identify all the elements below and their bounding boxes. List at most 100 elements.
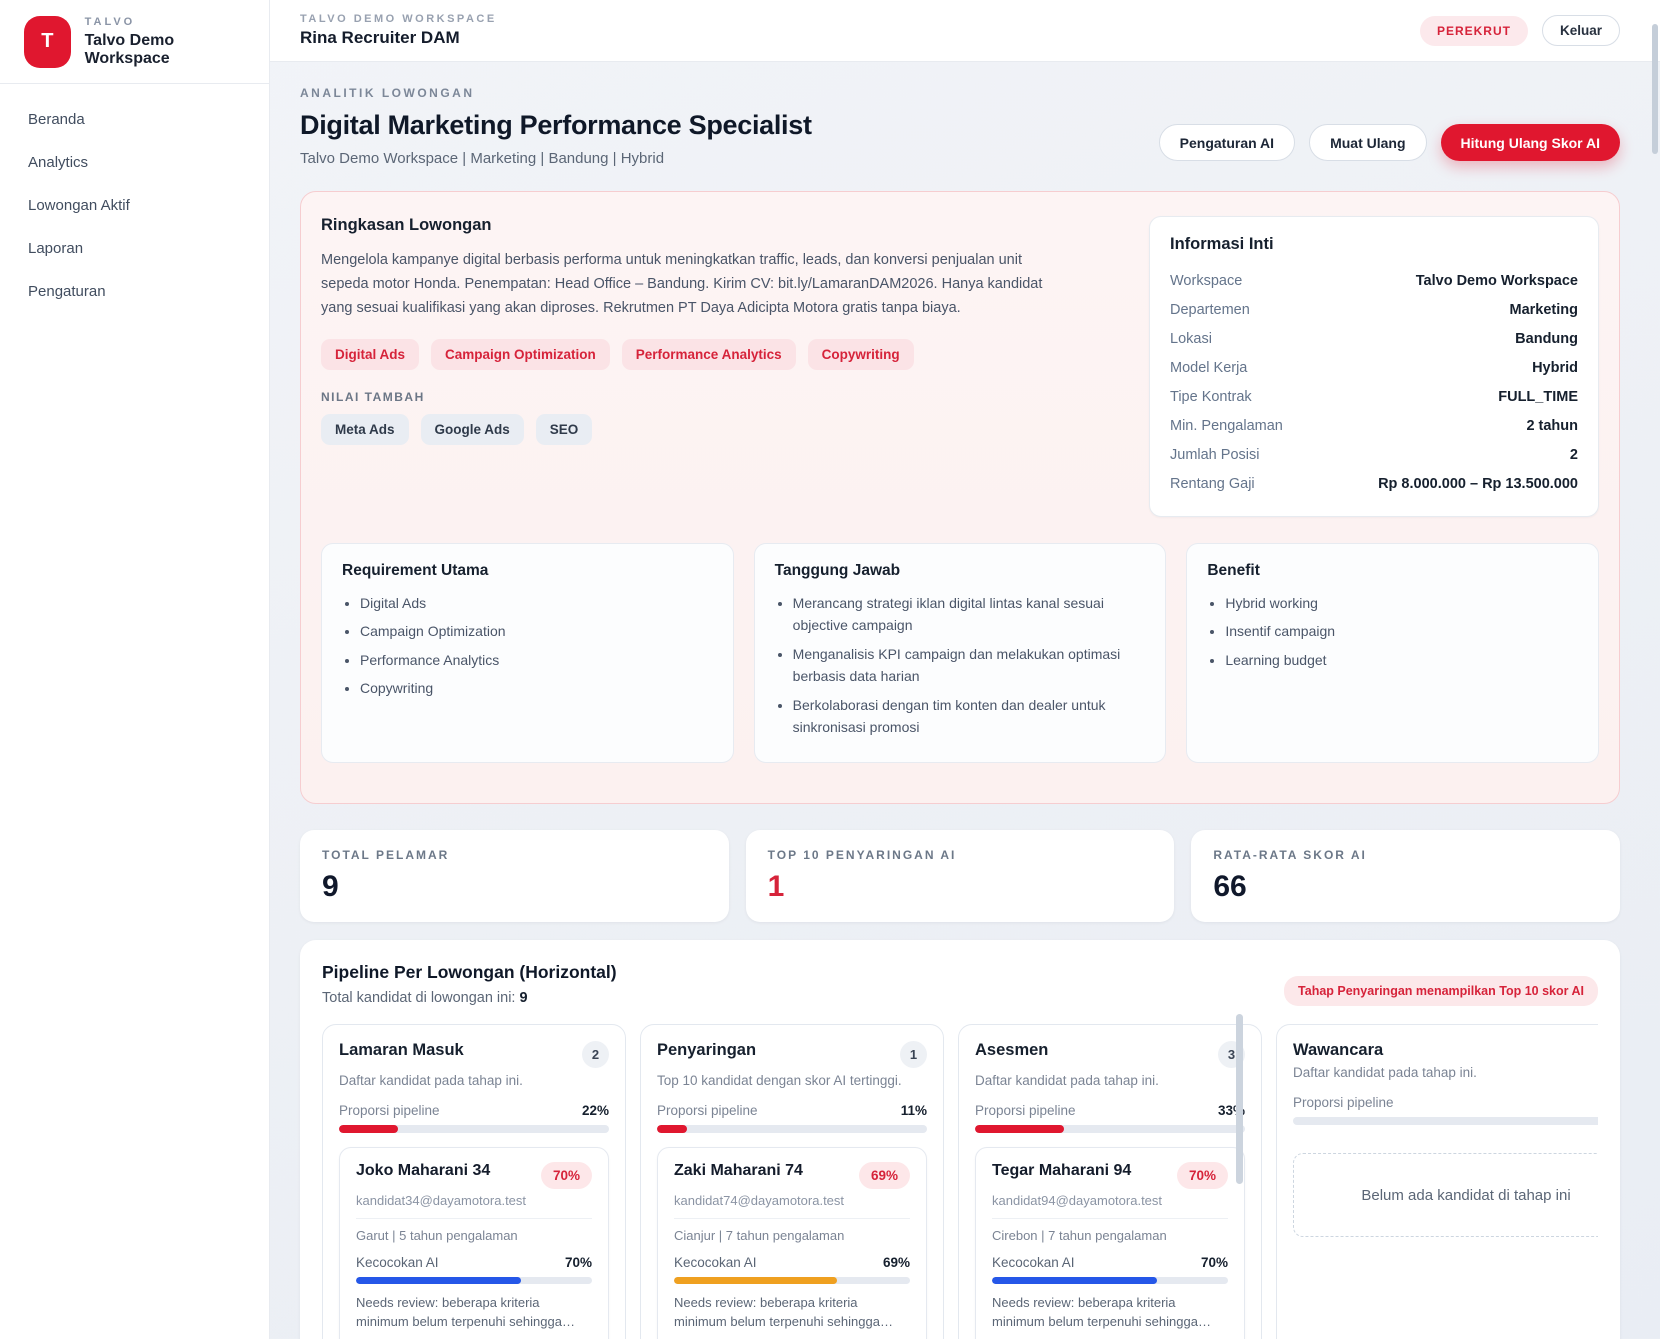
core-info-row: Departemen Marketing: [1170, 295, 1578, 324]
ai-match-track: [674, 1277, 910, 1284]
skill-tags: Digital Ads Campaign Optimization Perfor…: [321, 339, 1101, 370]
proportion-track: [1293, 1117, 1598, 1125]
responsibilities-card: Tanggung Jawab Merancang strategi iklan …: [754, 543, 1167, 763]
proportion-label: Proporsi pipeline: [1293, 1095, 1394, 1110]
candidate-name: Tegar Maharani 94: [992, 1162, 1131, 1180]
empty-stage-placeholder: Belum ada kandidat di tahap ini: [1293, 1153, 1598, 1237]
page-title: Digital Marketing Performance Specialist: [300, 110, 812, 141]
logout-button[interactable]: Keluar: [1542, 15, 1620, 46]
proportion-value: 11%: [901, 1103, 927, 1118]
pipeline-column: Wawancara Daftar kandidat pada tahap ini…: [1276, 1024, 1598, 1339]
candidate-meta: Cianjur | 7 tahun pengalaman: [674, 1218, 910, 1243]
candidate-note: Needs review: beberapa kriteria minimum …: [674, 1294, 910, 1332]
candidate-list: Zaki Maharani 74 69% kandidat74@dayamoto…: [657, 1147, 927, 1339]
core-info-row: Lokasi Bandung: [1170, 324, 1578, 353]
info-label: Min. Pengalaman: [1170, 418, 1283, 434]
workspace-name: Talvo Demo Workspace: [85, 32, 245, 68]
proportion-fill: [339, 1125, 398, 1133]
pipeline-subtitle: Total kandidat di lowongan ini: 9: [322, 990, 617, 1006]
breadcrumb: Talvo Demo Workspace | Marketing | Bandu…: [300, 150, 812, 167]
brand-label: TALVO: [85, 16, 245, 28]
sidebar-nav-item[interactable]: Laporan: [0, 227, 269, 270]
stat-value: 66: [1213, 870, 1598, 904]
recalculate-score-button[interactable]: Hitung Ulang Skor AI: [1441, 124, 1620, 161]
bonus-tag: Meta Ads: [321, 414, 409, 445]
candidate-card: Joko Maharani 34 70% kandidat34@dayamoto…: [339, 1147, 609, 1339]
empty-stage-text: Belum ada kandidat di tahap ini: [1361, 1187, 1570, 1204]
candidate-email: kandidat34@dayamotora.test: [356, 1193, 592, 1208]
summary-title: Ringkasan Lowongan: [321, 216, 1101, 235]
topbar-workspace-label: TALVO DEMO WORKSPACE: [300, 13, 497, 25]
info-label: Model Kerja: [1170, 360, 1247, 376]
info-value: FULL_TIME: [1498, 389, 1578, 405]
info-value: Hybrid: [1532, 360, 1578, 376]
info-value: Bandung: [1515, 331, 1578, 347]
pipeline-column: Asesmen 3 Daftar kandidat pada tahap ini…: [958, 1024, 1262, 1339]
info-value: 2: [1570, 447, 1578, 463]
stat-value: 9: [322, 870, 707, 904]
proportion-label: Proporsi pipeline: [339, 1103, 440, 1118]
ai-match-label: Kecocokan AI: [674, 1255, 757, 1270]
ai-match-value: 69%: [883, 1255, 910, 1270]
sidebar-nav-item[interactable]: Lowongan Aktif: [0, 184, 269, 227]
candidate-list: Belum ada kandidat di tahap ini: [1293, 1139, 1598, 1237]
candidate-list: Joko Maharani 34 70% kandidat34@dayamoto…: [339, 1147, 609, 1339]
benefit-item: Hybrid working: [1225, 592, 1578, 614]
candidate-list: Tegar Maharani 94 70% kandidat94@dayamot…: [975, 1147, 1245, 1339]
core-info-row: Rentang Gaji Rp 8.000.000 – Rp 13.500.00…: [1170, 469, 1578, 498]
candidate-name: Zaki Maharani 74: [674, 1162, 803, 1180]
sidebar-nav-item[interactable]: Analytics: [0, 141, 269, 184]
info-label: Jumlah Posisi: [1170, 447, 1259, 463]
requirement-item: Campaign Optimization: [360, 620, 713, 642]
core-info-card: Informasi Inti Workspace Talvo Demo Work…: [1149, 216, 1599, 517]
ai-match-value: 70%: [1201, 1255, 1228, 1270]
main-content: ANALITIK LOWONGAN Digital Marketing Perf…: [270, 62, 1660, 1339]
info-value: Talvo Demo Workspace: [1416, 273, 1578, 289]
candidate-meta: Garut | 5 tahun pengalaman: [356, 1218, 592, 1243]
proportion-label: Proporsi pipeline: [657, 1103, 758, 1118]
candidate-meta: Cirebon | 7 tahun pengalaman: [992, 1218, 1228, 1243]
benefits-card: Benefit Hybrid working Insentif campaign…: [1186, 543, 1599, 763]
ai-match-value: 70%: [565, 1255, 592, 1270]
candidate-score-badge: 70%: [541, 1162, 592, 1189]
pipeline-column: Lamaran Masuk 2 Daftar kandidat pada tah…: [322, 1024, 626, 1339]
info-value: Rp 8.000.000 – Rp 13.500.000: [1378, 476, 1578, 492]
responsibility-item: Merancang strategi iklan digital lintas …: [793, 592, 1146, 637]
bonus-label: NILAI TAMBAH: [321, 390, 1101, 404]
proportion-fill: [975, 1125, 1064, 1133]
pipeline-board: Lamaran Masuk 2 Daftar kandidat pada tah…: [322, 1024, 1598, 1339]
responsibilities-title: Tanggung Jawab: [775, 562, 1146, 580]
sidebar-nav-item[interactable]: Beranda: [0, 98, 269, 141]
stage-description: Daftar kandidat pada tahap ini.: [975, 1073, 1245, 1088]
pipeline-total-count: 9: [520, 990, 528, 1006]
candidate-note: Needs review: beberapa kriteria minimum …: [992, 1294, 1228, 1332]
candidate-card: Tegar Maharani 94 70% kandidat94@dayamot…: [975, 1147, 1245, 1339]
stat-card: TOTAL PELAMAR 9: [300, 830, 729, 922]
role-badge: PEREKRUT: [1420, 16, 1528, 46]
sidebar-nav: Beranda Analytics Lowongan Aktif Laporan…: [0, 84, 269, 313]
page-actions: Pengaturan AI Muat Ulang Hitung Ulang Sk…: [1159, 124, 1620, 161]
ai-match-fill: [674, 1277, 837, 1284]
ai-match-track: [992, 1277, 1228, 1284]
ai-match-label: Kecocokan AI: [992, 1255, 1075, 1270]
assessment-column-scrollbar-thumb[interactable]: [1236, 1014, 1243, 1184]
sidebar-nav-item[interactable]: Pengaturan: [0, 270, 269, 313]
stage-description: Top 10 kandidat dengan skor AI tertinggi…: [657, 1073, 927, 1088]
reload-button[interactable]: Muat Ulang: [1309, 124, 1426, 161]
skill-tag: Copywriting: [808, 339, 914, 370]
proportion-label: Proporsi pipeline: [975, 1103, 1076, 1118]
core-info-row: Jumlah Posisi 2: [1170, 440, 1578, 469]
bonus-tag: SEO: [536, 414, 593, 445]
ai-settings-button[interactable]: Pengaturan AI: [1159, 124, 1295, 161]
page-scrollbar-thumb[interactable]: [1652, 24, 1658, 154]
logo-letter: T: [41, 30, 53, 53]
info-value: 2 tahun: [1526, 418, 1578, 434]
responsibility-item: Berkolaborasi dengan tim konten dan deal…: [793, 694, 1146, 739]
info-label: Departemen: [1170, 302, 1250, 318]
requirements-title: Requirement Utama: [342, 562, 713, 580]
info-label: Tipe Kontrak: [1170, 389, 1252, 405]
stat-card: TOP 10 PENYARINGAN AI 1: [746, 830, 1175, 922]
section-label: ANALITIK LOWONGAN: [300, 86, 1620, 100]
stat-label: TOP 10 PENYARINGAN AI: [768, 848, 1153, 862]
core-info-title: Informasi Inti: [1170, 235, 1578, 254]
